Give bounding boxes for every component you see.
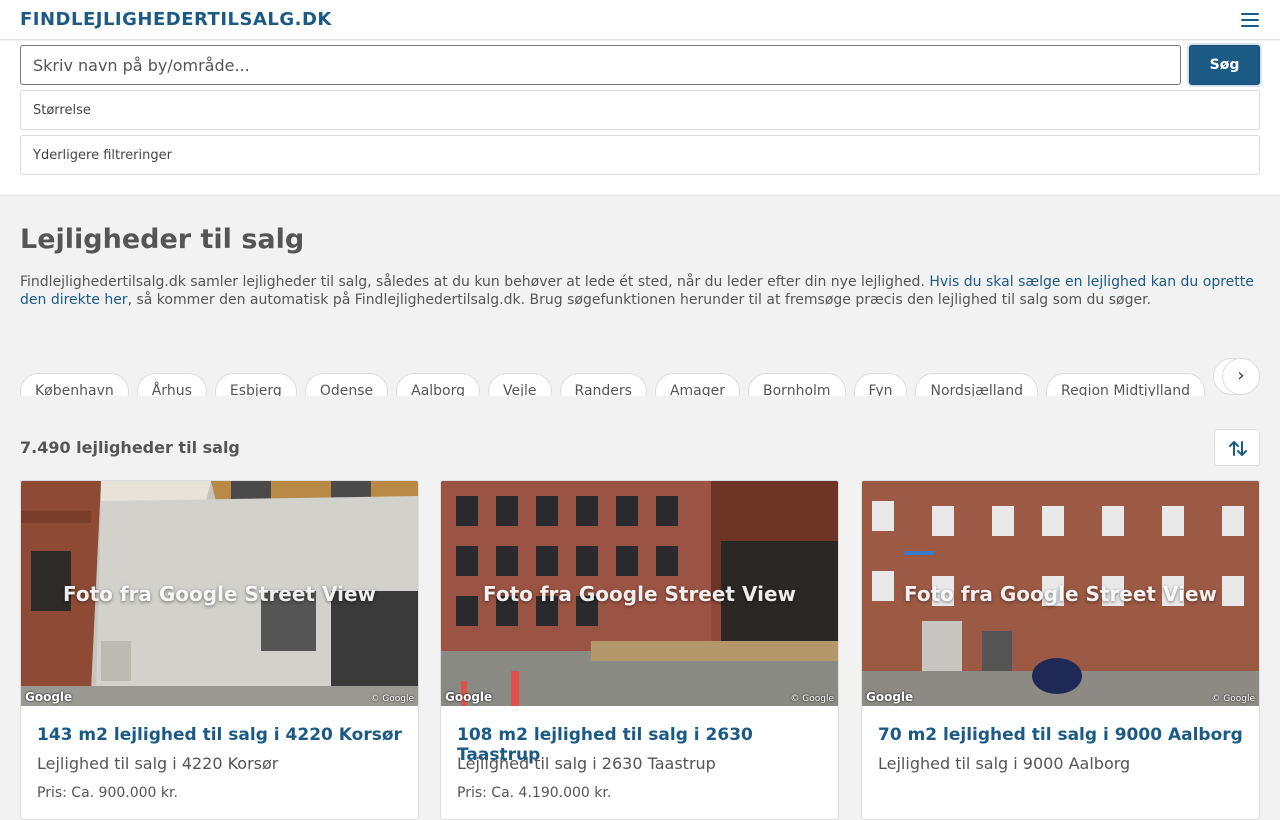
chip-bornholm[interactable]: Bornholm — [748, 373, 846, 396]
photo-caption: Foto fra Google Street View — [483, 581, 796, 606]
size-filter[interactable]: Størrelse — [20, 90, 1260, 130]
page-title: Lejligheder til salg — [20, 224, 305, 255]
intro-part1: Findlejlighedertilsalg.dk samler lejligh… — [20, 274, 930, 290]
google-copyright: © Google — [1211, 694, 1255, 704]
search-panel: Søg Størrelse Yderligere filtreringer — [0, 41, 1280, 196]
chip-vejle[interactable]: Vejle — [488, 373, 552, 396]
chip-koebenhavn[interactable]: København — [20, 373, 129, 396]
google-logo: Google — [25, 690, 73, 704]
listing-photo: Foto fra Google Street View Google © Goo… — [441, 481, 838, 706]
chip-aarhus[interactable]: Århus — [136, 373, 207, 396]
chips-next-arrow-icon[interactable]: › — [1222, 358, 1260, 395]
google-logo: Google — [866, 690, 914, 704]
google-copyright: © Google — [370, 694, 414, 704]
intro-text: Findlejlighedertilsalg.dk samler lejligh… — [20, 273, 1260, 309]
sort-button[interactable] — [1214, 429, 1260, 466]
chip-region-midtjylland[interactable]: Region Midtjylland — [1045, 373, 1205, 396]
size-filter-label: Størrelse — [33, 102, 91, 118]
photo-caption: Foto fra Google Street View — [63, 581, 376, 606]
google-logo: Google — [445, 690, 493, 704]
results-count: 7.490 lejligheder til salg — [20, 438, 240, 457]
search-button[interactable]: Søg — [1189, 45, 1260, 85]
listing-card[interactable]: Foto fra Google Street View Google © Goo… — [20, 480, 419, 820]
listing-price: Pris: Ca. 900.000 kr. — [37, 785, 178, 801]
sort-arrows-icon — [1229, 441, 1247, 456]
google-copyright: © Google — [790, 694, 834, 704]
listing-card[interactable]: Foto fra Google Street View Google © Goo… — [861, 480, 1260, 820]
hamburger-menu-icon[interactable] — [1240, 11, 1260, 29]
chip-amager[interactable]: Amager — [654, 373, 741, 396]
chip-aalborg[interactable]: Aalborg — [396, 373, 481, 396]
chip-esbjerg[interactable]: Esbjerg — [214, 373, 297, 396]
chip-odense[interactable]: Odense — [304, 373, 389, 396]
listing-title[interactable]: 70 m2 lejlighed til salg i 9000 Aalborg — [878, 725, 1243, 745]
listing-photo: Foto fra Google Street View Google © Goo… — [862, 481, 1259, 706]
search-input[interactable] — [20, 45, 1181, 85]
area-chips: København Århus Esbjerg Odense Aalborg Vejle R… — [20, 358, 1260, 396]
site-logo[interactable]: FINDLEJLIGHEDERTILSALG.DK — [20, 9, 332, 30]
more-filters[interactable]: Yderligere filtreringer — [20, 135, 1260, 175]
chip-randers[interactable]: Randers — [559, 373, 647, 396]
listing-title[interactable]: 143 m2 lejlighed til salg i 4220 Korsør — [37, 725, 402, 745]
listing-card[interactable]: Foto fra Google Street View Google © Goo… — [440, 480, 839, 820]
listing-price: Pris: Ca. 4.190.000 kr. — [457, 785, 612, 801]
intro-part2: , så kommer den automatisk på Findlejlig… — [127, 292, 1152, 308]
listing-subtitle: Lejlighed til salg i 2630 Taastrup — [457, 754, 716, 773]
listing-photo: Foto fra Google Street View Google © Goo… — [21, 481, 418, 706]
listing-subtitle: Lejlighed til salg i 4220 Korsør — [37, 754, 279, 773]
chip-fyn[interactable]: Fyn — [853, 373, 908, 396]
top-bar: FINDLEJLIGHEDERTILSALG.DK — [0, 0, 1280, 40]
chip-nordsjaelland[interactable]: Nordsjælland — [915, 373, 1038, 396]
listing-subtitle: Lejlighed til salg i 9000 Aalborg — [878, 754, 1131, 773]
more-filters-label: Yderligere filtreringer — [33, 147, 172, 163]
photo-caption: Foto fra Google Street View — [904, 581, 1217, 606]
